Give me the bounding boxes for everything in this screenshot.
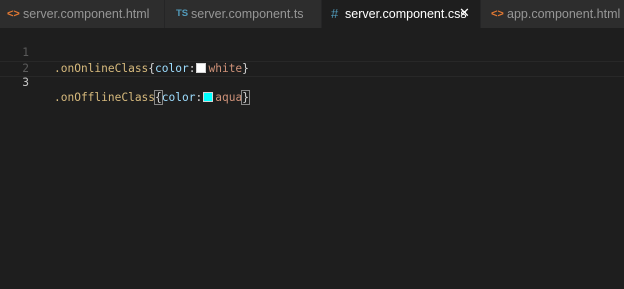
- tab-server-component-css[interactable]: # server.component.css ✕: [322, 0, 480, 28]
- typescript-file-icon: TS: [176, 8, 189, 19]
- code-line: 2: [0, 45, 624, 75]
- css-value: aqua: [215, 91, 243, 104]
- tab-app-component-html[interactable]: <> app.component.html: [481, 0, 624, 28]
- tab-server-component-html[interactable]: <> server.component.html: [0, 0, 164, 28]
- code-editor-window: <> server.component.html TS server.compo…: [0, 0, 624, 289]
- code-editor[interactable]: 1 .onOnlineClass{color: white} 2 3 .onOff…: [0, 28, 624, 289]
- code-text: .onOfflineClass{color: aqua}: [54, 90, 250, 105]
- colon: :: [195, 91, 203, 104]
- tab-server-component-ts[interactable]: TS server.component.ts: [165, 0, 321, 28]
- css-file-icon: #: [331, 6, 339, 21]
- text-cursor: [248, 90, 250, 104]
- code-line-current: 3 .onOfflineClass{color: aqua}: [0, 61, 624, 105]
- editor-tab-bar: <> server.component.html TS server.compo…: [0, 0, 624, 28]
- css-property: color: [161, 91, 196, 104]
- close-tab-icon[interactable]: ✕: [459, 0, 470, 28]
- code-line: 1 .onOnlineClass{color: white}: [0, 29, 624, 75]
- html-file-icon: <>: [7, 8, 20, 20]
- css-selector: .onOfflineClass: [54, 91, 156, 104]
- html-file-icon: <>: [491, 8, 504, 20]
- color-swatch[interactable]: [203, 92, 214, 102]
- open-brace-matched: {: [154, 90, 163, 105]
- tab-label: server.component.html: [23, 7, 150, 21]
- close-brace-matched: }: [241, 90, 250, 105]
- tab-label: server.component.ts: [191, 7, 304, 21]
- tab-label: app.component.html: [507, 7, 621, 21]
- line-number: 3: [22, 76, 29, 89]
- tab-label: server.component.css: [345, 7, 467, 21]
